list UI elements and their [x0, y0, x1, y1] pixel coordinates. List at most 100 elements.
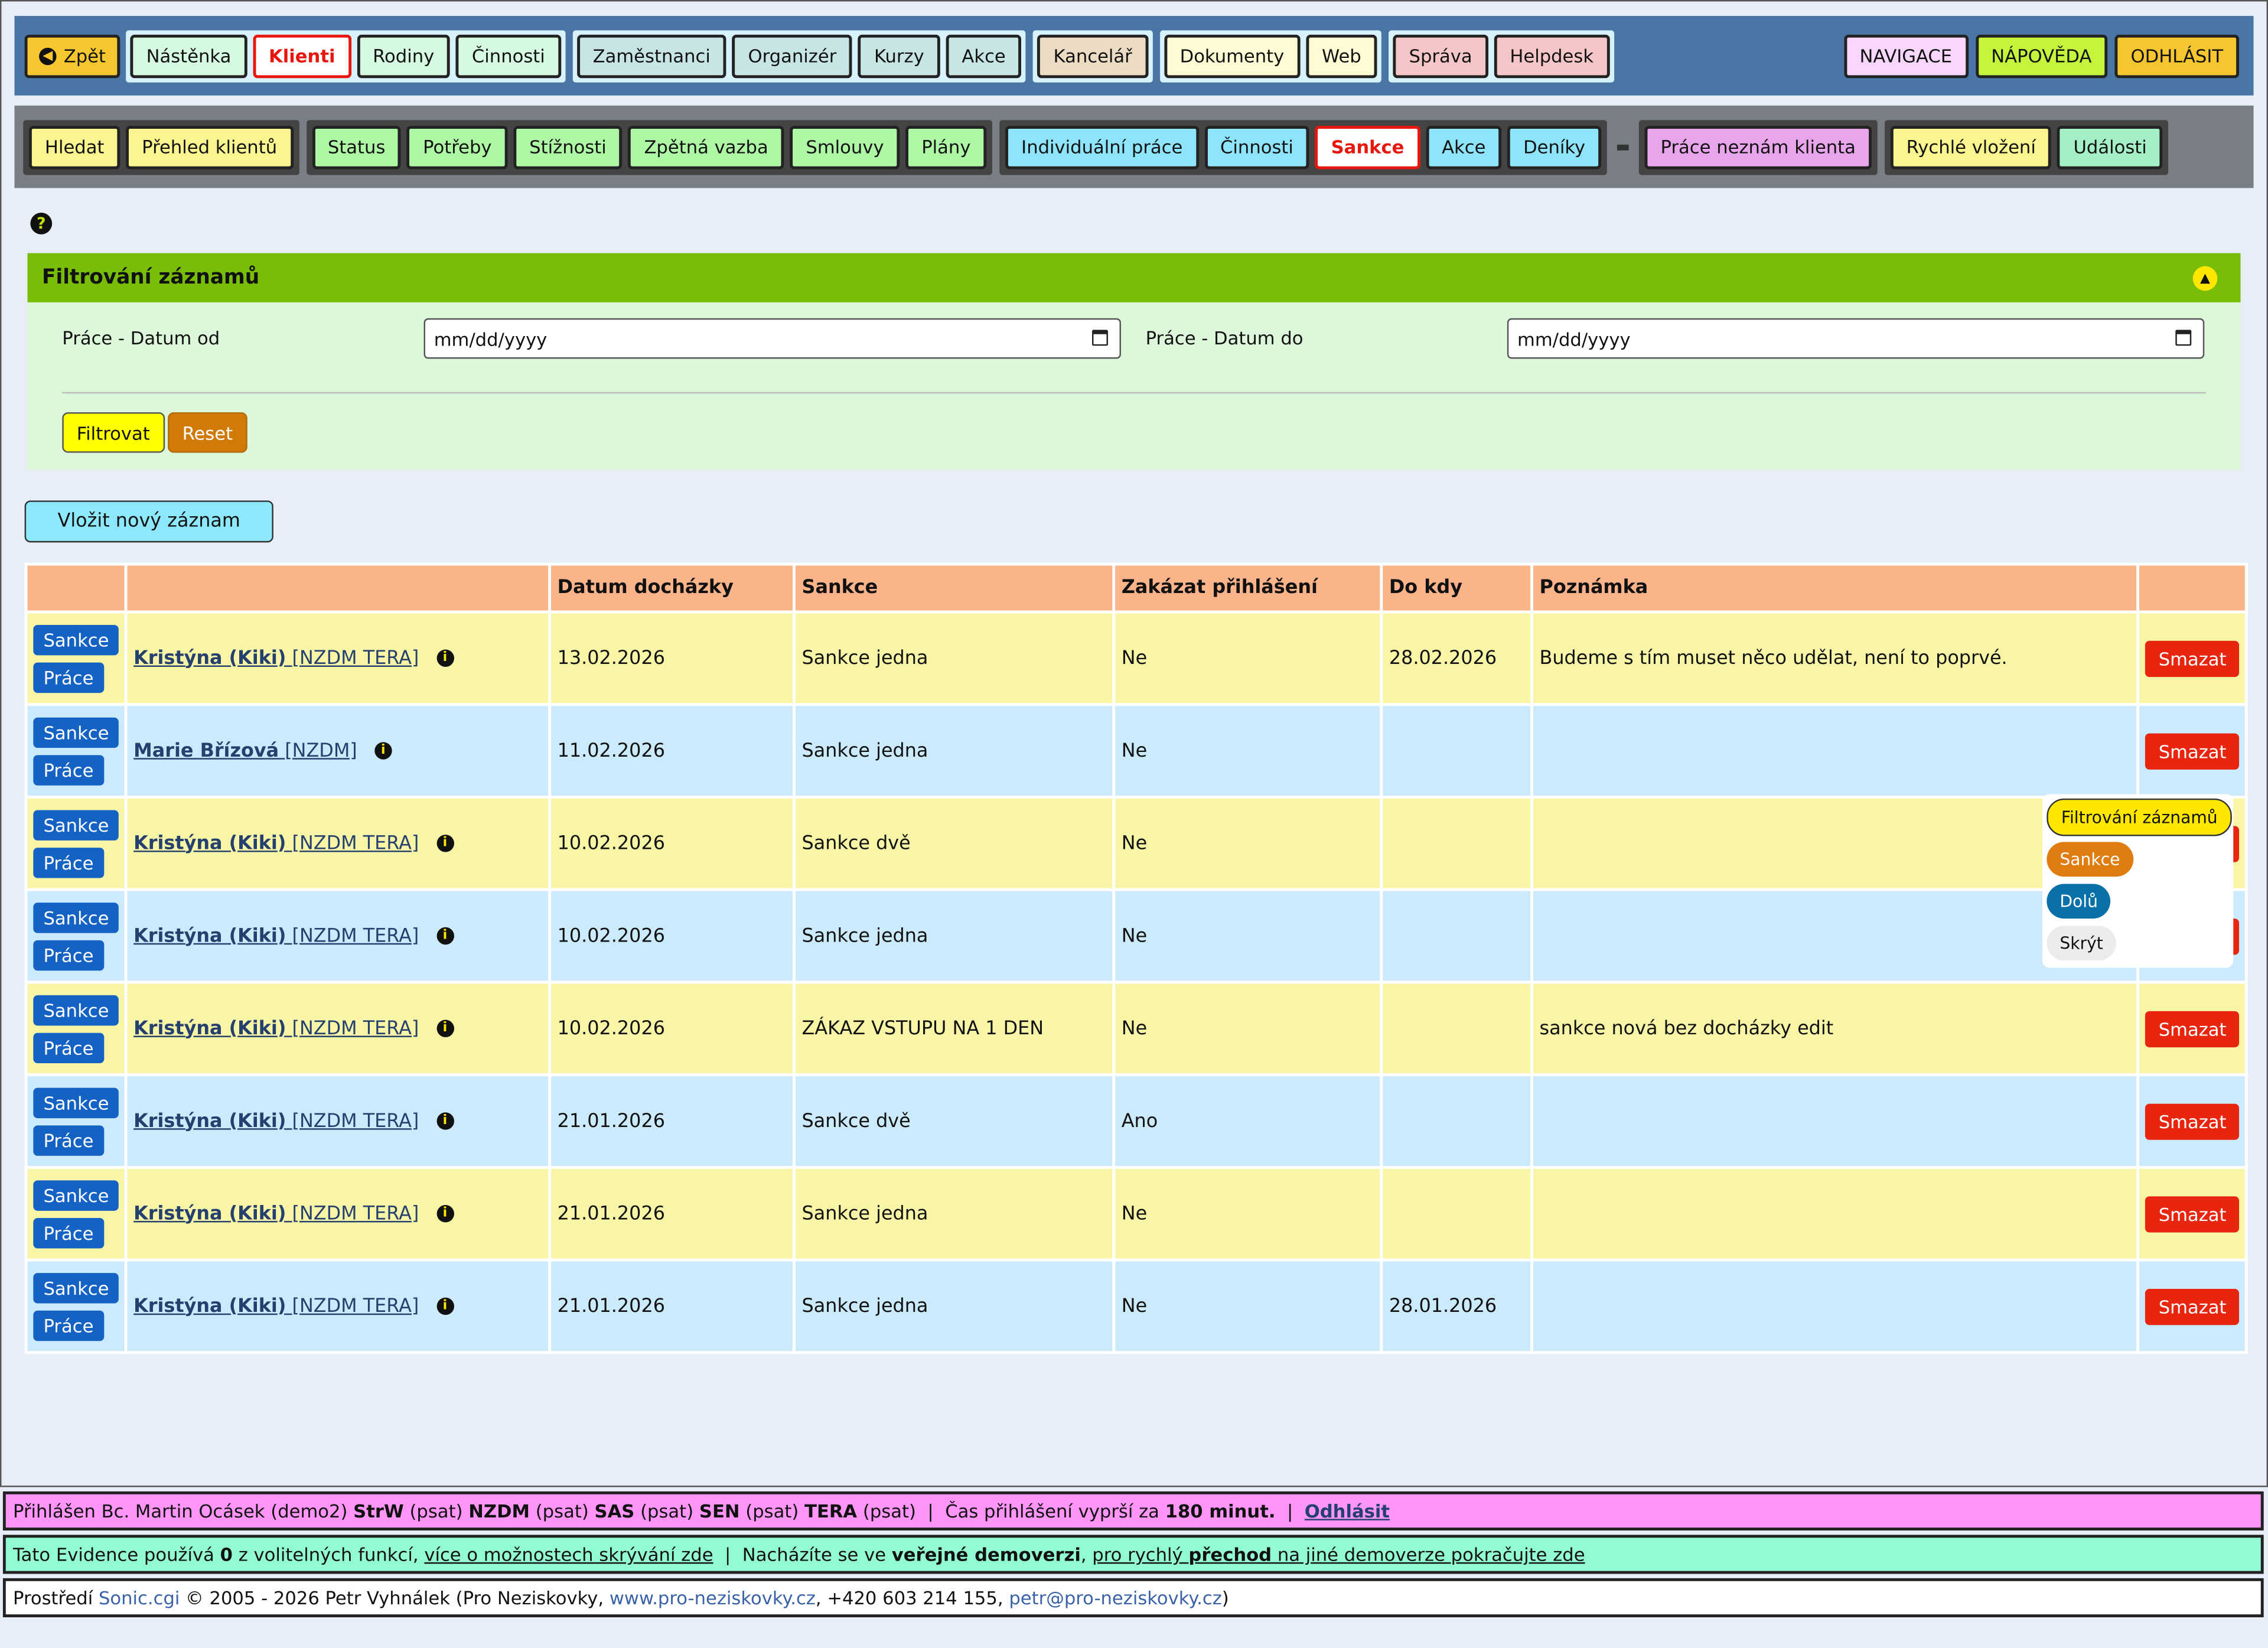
sankce-button[interactable]: Sankce [33, 809, 119, 840]
info-icon[interactable]: i [374, 742, 392, 760]
help-icon[interactable]: ? [30, 213, 53, 235]
delete-button[interactable]: Smazat [2145, 732, 2240, 769]
nav-cinnosti[interactable]: Činnosti [455, 34, 561, 78]
nav-helpdesk[interactable]: Helpdesk [1494, 34, 1610, 78]
info-icon[interactable]: i [436, 927, 454, 945]
sankce-button[interactable]: Sankce [33, 1087, 119, 1118]
nav-akce[interactable]: Akce [946, 34, 1022, 78]
features-link[interactable]: více o možnostech skrývání zde [424, 1543, 713, 1565]
prace-button[interactable]: Práce [33, 1310, 104, 1340]
delete-button[interactable]: Smazat [2145, 1196, 2240, 1232]
email-link[interactable]: petr@pro-neziskovky.cz [1009, 1587, 1221, 1609]
info-icon[interactable]: i [436, 1020, 454, 1037]
prace-button[interactable]: Práce [33, 846, 104, 878]
delete-button[interactable]: Smazat [2145, 1010, 2240, 1047]
subnav-zpetna-vazba[interactable]: Zpětná vazba [628, 125, 784, 169]
prace-button[interactable]: Práce [33, 1125, 104, 1155]
calendar-icon[interactable] [2175, 330, 2192, 346]
subnav-smlouvy[interactable]: Smlouvy [790, 125, 900, 169]
nav-web[interactable]: Web [1306, 34, 1377, 78]
nav-odhlasit[interactable]: ODHLÁSIT [2114, 34, 2240, 78]
nav-dokumenty[interactable]: Dokumenty [1164, 34, 1301, 78]
subnav-cinnosti[interactable]: Činnosti [1204, 125, 1309, 169]
nav-navigace[interactable]: NAVIGACE [1843, 34, 1969, 78]
popup-filtrovani-zaznamu[interactable]: Filtrování záznamů [2047, 798, 2233, 836]
client-link[interactable]: Kristýna (Kiki) [NZDM TERA] [133, 1110, 419, 1132]
nav-kurzy[interactable]: Kurzy [858, 34, 940, 78]
client-tags: [NZDM TERA] [292, 925, 419, 947]
delete-button[interactable]: Smazat [2145, 1103, 2240, 1139]
prace-button[interactable]: Práce [33, 1217, 104, 1248]
popup-dolu[interactable]: Dolů [2047, 884, 2111, 919]
chevron-up-icon[interactable]: ▲ [2192, 266, 2218, 291]
nav-rodiny[interactable]: Rodiny [357, 34, 451, 78]
subnav-akce[interactable]: Akce [1426, 125, 1502, 169]
subnav-plany[interactable]: Plány [905, 125, 987, 169]
date-to-input[interactable]: mm/dd/yyyy [1507, 318, 2205, 359]
calendar-icon[interactable] [1091, 330, 1108, 346]
delete-button[interactable]: Smazat [2145, 640, 2240, 676]
client-link[interactable]: Kristýna (Kiki) [NZDM TERA] [133, 925, 419, 947]
nav-napoveda[interactable]: NÁPOVĚDA [1975, 34, 2108, 78]
new-record-button[interactable]: Vložit nový záznam [24, 500, 273, 543]
copyright-bar: Prostředí Sonic.cgi © 2005 - 2026 Petr V… [2, 1578, 2264, 1617]
prace-button[interactable]: Práce [33, 754, 104, 785]
popup-sankce[interactable]: Sankce [2047, 842, 2133, 877]
website-link[interactable]: www.pro-neziskovky.cz [610, 1587, 816, 1609]
client-link[interactable]: Kristýna (Kiki) [NZDM TERA] [133, 832, 419, 854]
prace-button[interactable]: Práce [33, 1032, 104, 1063]
sonic-link[interactable]: Sonic.cgi [99, 1587, 180, 1609]
nav-sprava[interactable]: Správa [1393, 34, 1488, 78]
filter-button[interactable]: Filtrovat [62, 412, 165, 453]
subnav-sankce[interactable]: Sankce [1315, 125, 1420, 169]
prace-button[interactable]: Práce [33, 939, 104, 970]
client-link[interactable]: Kristýna (Kiki) [NZDM TERA] [133, 647, 419, 669]
nav-zamestnanci[interactable]: Zaměstnanci [576, 34, 726, 78]
client-name: Marie Břízová [133, 740, 279, 762]
subnav-groups: Hledat Přehled klientů Status Potřeby Stížno… [23, 119, 2169, 175]
subnav-udalosti[interactable]: Události [2057, 125, 2163, 169]
subnav-prehled-klientu[interactable]: Přehled klientů [126, 125, 294, 169]
client-link[interactable]: Kristýna (Kiki) [NZDM TERA] [133, 1203, 419, 1224]
filter-header[interactable]: Filtrování záznamů ▲ [27, 253, 2241, 302]
sankce-button[interactable]: Sankce [33, 901, 119, 933]
sankce-button[interactable]: Sankce [33, 716, 119, 747]
top-nav-group: Zaměstnanci Organizér Kurzy Akce [572, 30, 1027, 82]
cell-block: Ne [1113, 888, 1384, 984]
subnav-potreby[interactable]: Potřeby [407, 125, 508, 169]
info-icon[interactable]: i [436, 1205, 454, 1223]
info-icon[interactable]: i [436, 835, 454, 852]
client-link[interactable]: Kristýna (Kiki) [NZDM TERA] [133, 1018, 419, 1040]
delete-button[interactable]: Smazat [2145, 1288, 2240, 1325]
nav-klienti[interactable]: Klienti [253, 34, 351, 78]
sankce-button[interactable]: Sankce [33, 994, 119, 1025]
subnav-stiznosti[interactable]: Stížnosti [513, 125, 623, 169]
info-icon[interactable]: i [436, 649, 454, 667]
subnav-rychle-vlozeni[interactable]: Rychlé vložení [1890, 125, 2052, 169]
nav-kancelar[interactable]: Kancelář [1037, 34, 1148, 78]
subnav-deniky[interactable]: Deníky [1507, 125, 1602, 169]
nav-organizer[interactable]: Organizér [732, 34, 853, 78]
switch-demo-link[interactable]: pro rychlý přechod na jiné demoverze pok… [1092, 1543, 1585, 1565]
subnav-prace-neznam-klienta[interactable]: Práce neznám klienta [1644, 125, 1872, 169]
back-button[interactable]: ◀ Zpět [24, 34, 120, 78]
reset-button[interactable]: Reset [168, 412, 247, 453]
nav-nastenka[interactable]: Nástěnka [130, 34, 247, 78]
logout-link[interactable]: Odhlásit [1305, 1500, 1390, 1522]
client-tags: [NZDM TERA] [292, 1110, 419, 1132]
client-name: Kristýna [133, 1295, 223, 1317]
sankce-button[interactable]: Sankce [33, 1272, 119, 1303]
subnav-hledat[interactable]: Hledat [28, 125, 120, 169]
sankce-button[interactable]: Sankce [33, 1180, 119, 1210]
client-link[interactable]: Marie Břízová [NZDM] [133, 740, 357, 762]
popup-skryt[interactable]: Skrýt [2047, 926, 2116, 961]
date-from-input[interactable]: mm/dd/yyyy [423, 318, 1121, 359]
info-icon[interactable]: i [436, 1297, 454, 1315]
info-icon[interactable]: i [436, 1112, 454, 1130]
date-from-label: Práce - Datum od [62, 327, 220, 349]
subnav-status[interactable]: Status [311, 125, 402, 169]
client-link[interactable]: Kristýna (Kiki) [NZDM TERA] [133, 1295, 419, 1317]
sankce-button[interactable]: Sankce [33, 624, 119, 655]
subnav-individualni-prace[interactable]: Individuální práce [1005, 125, 1199, 169]
prace-button[interactable]: Práce [33, 662, 104, 692]
